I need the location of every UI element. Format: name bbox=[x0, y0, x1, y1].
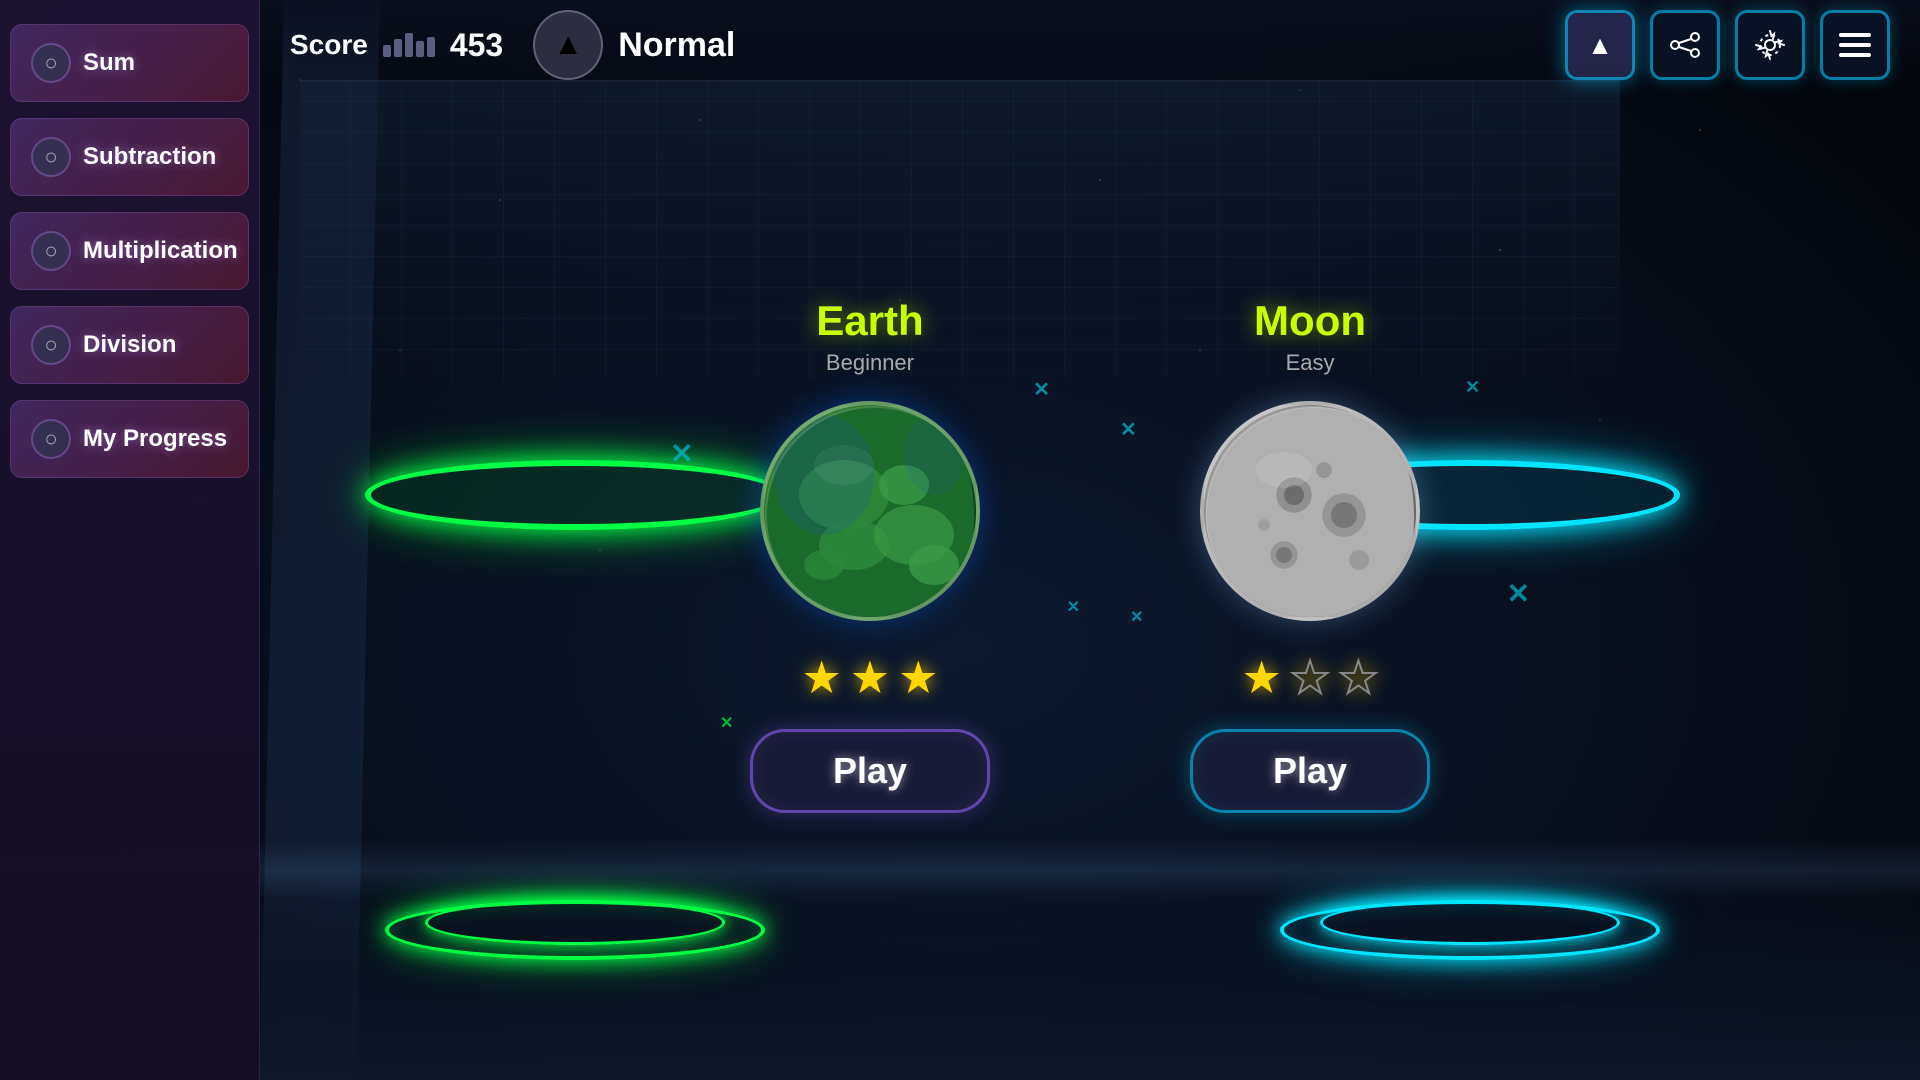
subtraction-icon: ○ bbox=[31, 137, 71, 177]
moon-card: ✕ ✕ ✕ ✕ Moon Easy bbox=[1190, 297, 1430, 813]
header: Score 453 ▲ Normal ▲ bbox=[260, 0, 1920, 90]
score-section: Score 453 bbox=[290, 27, 503, 64]
moon-star-1: ★ bbox=[1242, 651, 1282, 704]
sidebar-item-multiplication[interactable]: ○ Multiplication bbox=[10, 212, 249, 290]
x-mark-earth-2: ✕ bbox=[1033, 377, 1050, 402]
moon-star-2: ★ bbox=[1290, 651, 1330, 704]
settings-button[interactable] bbox=[1735, 10, 1805, 80]
x-mark-earth-1: ✕ bbox=[670, 437, 693, 470]
score-bar-4 bbox=[416, 41, 424, 57]
progress-icon: ○ bbox=[31, 419, 71, 459]
score-value: 453 bbox=[450, 27, 503, 64]
sidebar-item-label-multiplication: Multiplication bbox=[83, 237, 238, 265]
earth-star-1: ★ bbox=[801, 651, 841, 704]
earth-globe bbox=[760, 401, 980, 621]
score-bar-1 bbox=[383, 45, 391, 57]
earth-name: Earth bbox=[816, 297, 923, 345]
share-icon bbox=[1669, 29, 1701, 61]
score-bars bbox=[383, 33, 435, 57]
moon-star-3: ★ bbox=[1338, 651, 1378, 704]
division-icon: ○ bbox=[31, 325, 71, 365]
x-mark-moon-4: ✕ bbox=[1130, 607, 1143, 627]
moon-name: Moon bbox=[1254, 297, 1366, 345]
sidebar-item-label-progress: My Progress bbox=[83, 425, 227, 453]
gear-icon bbox=[1753, 28, 1787, 62]
score-bar-5 bbox=[427, 37, 435, 57]
earth-difficulty: Beginner bbox=[826, 350, 914, 376]
sidebar-item-label-subtraction: Subtraction bbox=[83, 143, 216, 171]
sidebar-item-division[interactable]: ○ Division bbox=[10, 306, 249, 384]
x-mark-moon-3: ✕ bbox=[1507, 577, 1530, 610]
earth-stars: ★ ★ ★ bbox=[801, 651, 938, 704]
x-mark-moon-1: ✕ bbox=[1120, 417, 1137, 442]
rocket-icon-container: ▲ bbox=[533, 10, 603, 80]
rocket-icon: ▲ bbox=[553, 28, 583, 62]
menu-icon bbox=[1839, 31, 1871, 59]
sidebar-item-sum[interactable]: ○ Sum bbox=[10, 24, 249, 102]
earth-play-button[interactable]: Play bbox=[750, 729, 990, 813]
sidebar-item-my-progress[interactable]: ○ My Progress bbox=[10, 400, 249, 478]
main-content: ✕ ✕ ✕ ✕ Earth Beginner bbox=[260, 90, 1920, 1080]
mode-section: ▲ Normal bbox=[533, 10, 1565, 80]
sidebar-item-label-sum: Sum bbox=[83, 49, 135, 77]
x-mark-earth-4: ✕ bbox=[720, 713, 733, 733]
earth-star-3: ★ bbox=[898, 651, 938, 704]
earth-star-2: ★ bbox=[850, 651, 890, 704]
sum-icon: ○ bbox=[31, 43, 71, 83]
earth-card: ✕ ✕ ✕ ✕ Earth Beginner bbox=[750, 297, 990, 813]
moon-play-button[interactable]: Play bbox=[1190, 729, 1430, 813]
score-label: Score bbox=[290, 29, 368, 61]
header-rocket-button[interactable]: ▲ bbox=[1565, 10, 1635, 80]
moon-globe bbox=[1200, 401, 1420, 621]
moon-texture bbox=[1204, 405, 1420, 621]
moon-difficulty: Easy bbox=[1286, 350, 1335, 376]
share-button[interactable] bbox=[1650, 10, 1720, 80]
score-bar-3 bbox=[405, 33, 413, 57]
menu-button[interactable] bbox=[1820, 10, 1890, 80]
mode-label: Normal bbox=[618, 26, 735, 65]
moon-stars: ★ ★ ★ bbox=[1242, 651, 1379, 704]
x-mark-moon-2: ✕ bbox=[1465, 377, 1480, 398]
earth-texture bbox=[764, 405, 980, 621]
header-rocket-icon: ▲ bbox=[1587, 30, 1613, 61]
sidebar-item-subtraction[interactable]: ○ Subtraction bbox=[10, 118, 249, 196]
sidebar: ○ Sum ○ Subtraction ○ Multiplication ○ D… bbox=[0, 0, 260, 1080]
score-bar-2 bbox=[394, 39, 402, 57]
multiplication-icon: ○ bbox=[31, 231, 71, 271]
header-buttons: ▲ bbox=[1565, 10, 1890, 80]
sidebar-item-label-division: Division bbox=[83, 331, 176, 359]
x-mark-earth-3: ✕ bbox=[1067, 597, 1080, 617]
